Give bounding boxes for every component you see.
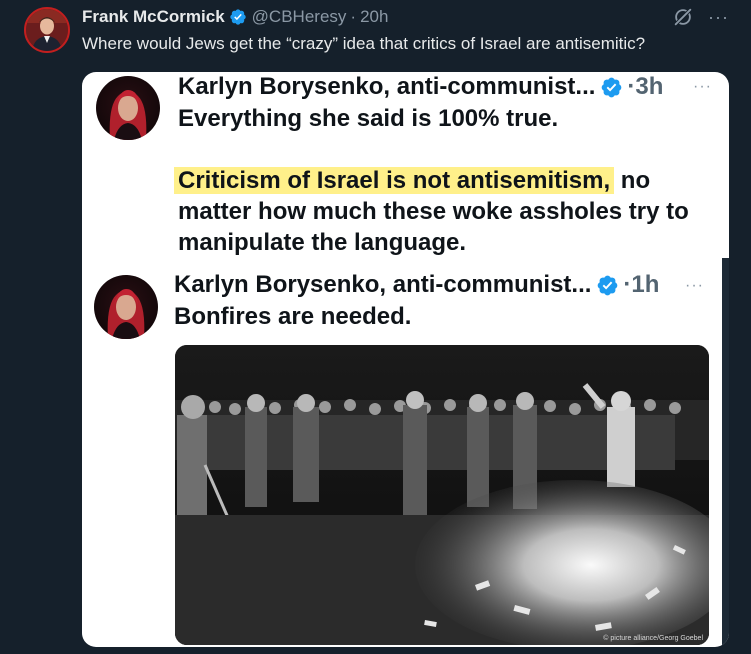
grok-icon[interactable] bbox=[672, 6, 694, 28]
quoted-text-line: Bonfires are needed. bbox=[174, 303, 412, 330]
highlighted-text: Criticism of Israel is not antisemitism, bbox=[174, 167, 615, 194]
quoted-author-name: Karlyn Borysenko, anti-communist... bbox=[174, 271, 592, 298]
separator-dot: · bbox=[623, 271, 632, 298]
author-avatar[interactable] bbox=[24, 7, 70, 53]
more-icon: ··· bbox=[685, 277, 704, 294]
tweet-actions-top: ··· bbox=[672, 6, 729, 28]
quoted-text-line: Everything she said is 100% true. bbox=[178, 105, 559, 132]
separator-dot: · bbox=[627, 73, 636, 100]
person-avatar-icon bbox=[26, 9, 68, 51]
quoted-author-avatar bbox=[96, 76, 160, 140]
person-avatar-icon bbox=[109, 90, 147, 140]
quoted-timestamp: 1h bbox=[631, 271, 660, 298]
quoted-author-name: Karlyn Borysenko, anti-communist... bbox=[178, 73, 596, 100]
verified-badge-icon bbox=[602, 77, 622, 97]
separator-dot: · bbox=[350, 7, 357, 26]
book-burning-photo-graphic bbox=[175, 345, 709, 645]
quoted-author-avatar bbox=[94, 275, 158, 339]
scrollbar-track bbox=[722, 258, 729, 647]
historical-photo: © picture alliance/Georg Goebel bbox=[175, 345, 709, 645]
tweet-media-image[interactable]: Karlyn Borysenko, anti-communist... · 3h… bbox=[82, 72, 729, 647]
quoted-tweet-header: Karlyn Borysenko, anti-communist... · 1h bbox=[174, 271, 659, 299]
more-icon: ··· bbox=[693, 78, 712, 95]
quoted-text-line: Criticism of Israel is not antisemitism,… bbox=[174, 165, 651, 196]
tweet-header: Frank McCormick @CBHeresy · 20h bbox=[82, 6, 388, 28]
tweet-timestamp[interactable]: 20h bbox=[360, 7, 388, 27]
quoted-tweet-header: Karlyn Borysenko, anti-communist... · 3h bbox=[178, 73, 663, 101]
person-avatar-icon bbox=[107, 289, 145, 339]
author-handle[interactable]: @CBHeresy bbox=[252, 7, 347, 27]
quoted-text-fragment: no bbox=[614, 167, 651, 194]
quoted-text-line: matter how much these woke assholes try … bbox=[178, 198, 689, 225]
quoted-timestamp: 3h bbox=[635, 73, 664, 100]
author-name[interactable]: Frank McCormick bbox=[82, 7, 225, 27]
verified-badge-icon bbox=[229, 9, 246, 25]
tweet-text: Where would Jews get the “crazy” idea th… bbox=[82, 34, 646, 53]
photo-credit: © picture alliance/Georg Goebel bbox=[603, 635, 703, 642]
quoted-text-line: manipulate the language. bbox=[178, 229, 467, 256]
more-icon[interactable]: ··· bbox=[708, 8, 729, 26]
verified-badge-icon bbox=[598, 275, 618, 295]
tweet[interactable]: Frank McCormick @CBHeresy · 20h ··· Wher… bbox=[0, 0, 751, 654]
